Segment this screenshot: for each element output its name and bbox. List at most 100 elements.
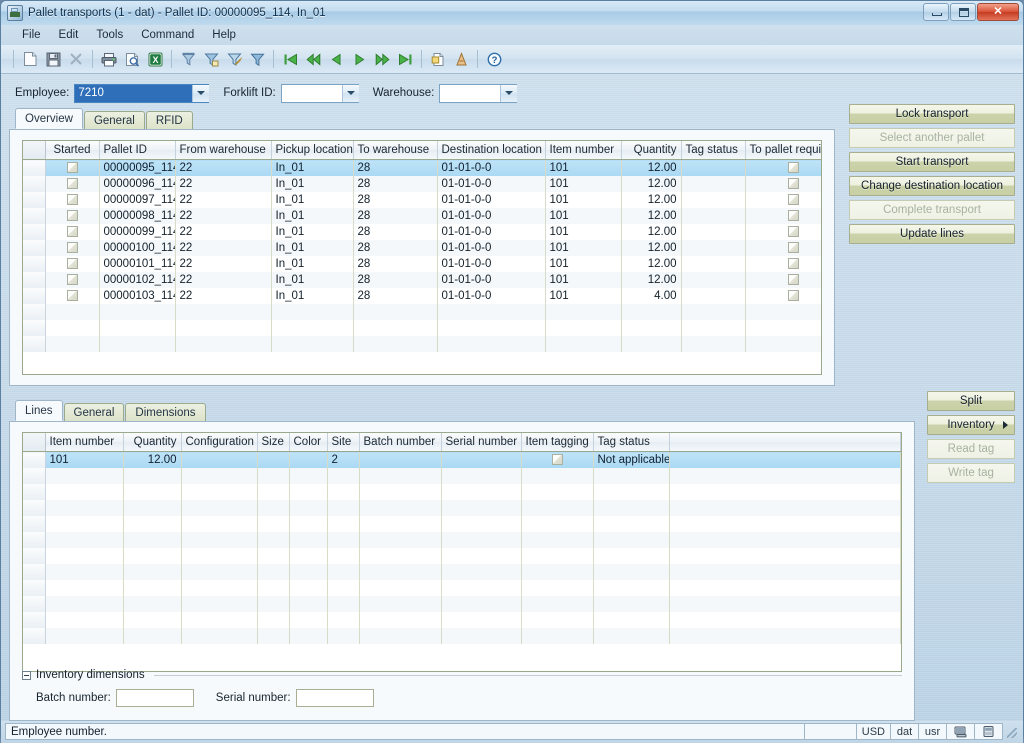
table-cell[interactable]	[593, 484, 670, 500]
table-cell[interactable]: In_01	[271, 256, 354, 272]
table-cell[interactable]: 12.00	[621, 224, 682, 240]
row-selector-cell[interactable]	[23, 272, 46, 288]
split-button[interactable]: Split	[927, 391, 1015, 411]
table-cell[interactable]	[123, 564, 182, 580]
checkbox-icon[interactable]	[551, 453, 563, 465]
row-selector-cell[interactable]	[23, 628, 46, 644]
column-header[interactable]: Serial number	[441, 433, 522, 452]
table-cell[interactable]: 101	[545, 192, 622, 208]
checkbox-icon[interactable]	[787, 257, 799, 269]
table-cell[interactable]	[45, 468, 124, 484]
table-cell[interactable]	[681, 256, 746, 272]
filter-by-grid-icon[interactable]	[200, 48, 222, 70]
table-cell[interactable]	[669, 500, 901, 516]
table-cell[interactable]	[681, 304, 746, 320]
column-header[interactable]: Quantity	[123, 433, 182, 452]
table-cell[interactable]: In_01	[271, 192, 354, 208]
table-row[interactable]: 00000096_114 22 In_01 28 01-01-0-0 101 12.00	[23, 176, 821, 192]
table-cell[interactable]	[441, 628, 522, 644]
table-cell[interactable]	[123, 516, 182, 532]
table-cell[interactable]: 22	[175, 256, 272, 272]
table-cell[interactable]	[45, 484, 124, 500]
table-cell[interactable]	[441, 596, 522, 612]
table-cell[interactable]: 101	[545, 272, 622, 288]
table-cell[interactable]	[123, 484, 182, 500]
table-cell[interactable]	[669, 548, 901, 564]
table-cell[interactable]	[181, 500, 258, 516]
table-cell[interactable]	[681, 288, 746, 304]
table-cell[interactable]	[99, 320, 176, 336]
checkbox-icon[interactable]	[66, 193, 78, 205]
column-header[interactable]: Site	[327, 433, 360, 452]
table-cell[interactable]	[593, 596, 670, 612]
table-cell[interactable]	[289, 532, 328, 548]
table-cell[interactable]: 22	[175, 176, 272, 192]
table-cell[interactable]	[669, 516, 901, 532]
table-cell[interactable]	[359, 548, 442, 564]
table-cell[interactable]	[45, 176, 100, 192]
table-cell[interactable]	[327, 580, 360, 596]
table-cell[interactable]	[681, 320, 746, 336]
inventory-button[interactable]: Inventory	[927, 415, 1015, 435]
table-cell[interactable]: 101	[545, 159, 622, 176]
table-cell[interactable]	[181, 484, 258, 500]
checkbox-icon[interactable]	[787, 193, 799, 205]
warehouse-dropdown-arrow-icon[interactable]	[500, 84, 518, 102]
table-cell[interactable]	[593, 548, 670, 564]
table-cell[interactable]	[123, 548, 182, 564]
table-cell[interactable]: 101	[545, 288, 622, 304]
attachments-icon[interactable]	[427, 48, 449, 70]
menu-item-tools[interactable]: Tools	[87, 27, 132, 43]
row-selector-cell[interactable]	[23, 192, 46, 208]
lock-transport-button[interactable]: Lock transport	[849, 104, 1015, 124]
tab-rfid[interactable]: RFID	[145, 111, 193, 129]
table-cell[interactable]	[353, 304, 438, 320]
user-notes-icon[interactable]	[450, 48, 472, 70]
checkbox-icon[interactable]	[787, 161, 799, 173]
table-cell[interactable]	[593, 500, 670, 516]
table-cell[interactable]	[257, 596, 290, 612]
table-cell[interactable]	[593, 532, 670, 548]
table-row[interactable]: 00000103_114 22 In_01 28 01-01-0-0 101 4.00	[23, 288, 821, 304]
table-cell[interactable]: 28	[353, 256, 438, 272]
column-header[interactable]: To warehouse	[353, 141, 438, 160]
minimize-button[interactable]	[923, 3, 949, 21]
table-row-empty[interactable]	[23, 580, 901, 596]
table-cell[interactable]	[123, 532, 182, 548]
table-cell[interactable]	[545, 320, 622, 336]
table-cell[interactable]	[745, 320, 821, 336]
table-cell[interactable]	[745, 208, 821, 224]
checkbox-icon[interactable]	[66, 177, 78, 189]
row-selector-cell[interactable]	[23, 548, 46, 564]
table-cell[interactable]	[327, 628, 360, 644]
column-header[interactable]: Batch number	[359, 433, 442, 452]
table-cell[interactable]: 12.00	[621, 272, 682, 288]
table-cell[interactable]	[437, 336, 546, 352]
table-cell[interactable]	[353, 320, 438, 336]
table-row[interactable]: 00000102_114 22 In_01 28 01-01-0-0 101 12.00	[23, 272, 821, 288]
tab-lines[interactable]: Lines	[15, 400, 63, 421]
menu-item-edit[interactable]: Edit	[50, 27, 88, 43]
table-cell[interactable]	[327, 468, 360, 484]
table-cell[interactable]	[621, 304, 682, 320]
table-row-empty[interactable]	[23, 628, 901, 644]
table-cell[interactable]: In_01	[271, 240, 354, 256]
table-cell[interactable]	[593, 628, 670, 644]
table-cell[interactable]	[289, 468, 328, 484]
table-cell[interactable]	[359, 612, 442, 628]
table-cell[interactable]	[441, 580, 522, 596]
table-cell[interactable]	[181, 532, 258, 548]
delete-icon[interactable]	[65, 48, 87, 70]
table-cell[interactable]: 12.00	[123, 451, 182, 468]
row-selector-cell[interactable]	[23, 176, 46, 192]
table-row-empty[interactable]	[23, 336, 821, 352]
tab-general-upper[interactable]: General	[83, 111, 145, 129]
table-cell[interactable]	[669, 451, 901, 468]
table-cell[interactable]	[593, 580, 670, 596]
table-cell[interactable]	[441, 484, 522, 500]
column-header[interactable]: Destination location	[437, 141, 546, 160]
table-cell[interactable]: 22	[175, 288, 272, 304]
row-selector-cell[interactable]	[23, 451, 46, 468]
pallet-transports-grid[interactable]: Started Pallet ID From warehouse Pickup loc…	[22, 140, 822, 375]
row-selector-cell[interactable]	[23, 208, 46, 224]
